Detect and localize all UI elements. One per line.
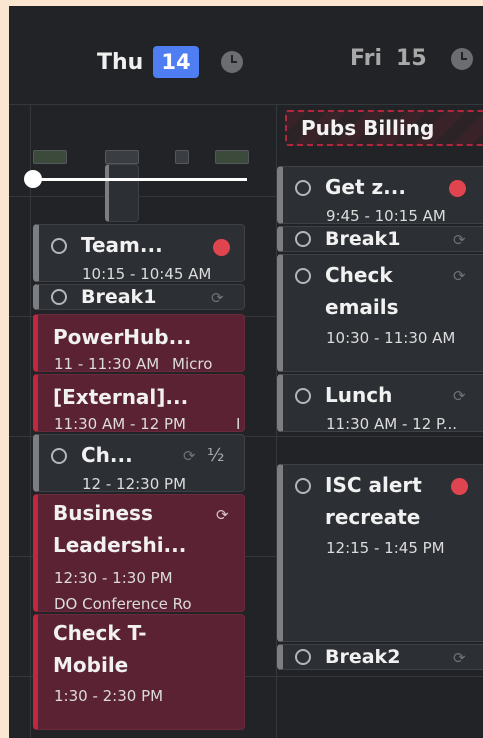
event-location: Micro	[172, 355, 213, 372]
day-name-fri: Fri	[350, 46, 383, 71]
sync-icon: ⟳	[183, 447, 196, 465]
event-time: 11:30 AM - 12 PM	[54, 415, 186, 432]
event-time: 12 - 12:30 PM	[82, 475, 187, 492]
event-title: Ch...	[81, 443, 133, 467]
sync-icon: ⟳	[453, 649, 466, 667]
grid-line	[9, 104, 483, 105]
half-time-icon: ½	[207, 445, 225, 466]
event-check-t-mobile[interactable]: Check T- Mobile 1:30 - 2:30 PM	[33, 614, 245, 730]
event-time: 9:45 - 10:15 AM	[326, 207, 446, 224]
event-title-line2: recreate	[325, 505, 421, 529]
event-business-leadership[interactable]: Business ⟳ Leadershi... 12:30 - 1:30 PM …	[33, 494, 245, 612]
time-slider-track[interactable]	[33, 178, 247, 181]
complete-circle-icon[interactable]	[51, 289, 67, 305]
event-title-line1: Check T-	[53, 621, 147, 645]
event-title: [External]...	[53, 385, 189, 409]
day-header-fri[interactable]: Fri 15	[350, 46, 473, 71]
complete-circle-icon[interactable]	[295, 231, 311, 247]
day-name-thu: Thu	[97, 49, 144, 75]
collapsed-event[interactable]	[215, 150, 249, 164]
event-external[interactable]: [External]... 11:30 AM - 12 PM I	[33, 374, 245, 432]
allday-event-title: Pubs Billing	[301, 116, 435, 140]
event-title: Get z...	[325, 175, 406, 199]
date-number-fri: 15	[396, 46, 427, 71]
event-location: I	[236, 415, 241, 432]
event-title: Lunch	[325, 383, 393, 407]
event-title: Break1	[81, 286, 157, 308]
event-time: 11 - 11:30 AM	[54, 355, 160, 372]
calendar-week-view: Thu 14 Fri 15 Pubs Billing Team... 10:15…	[9, 6, 483, 738]
sync-icon: ⟳	[216, 506, 229, 524]
status-red-dot-icon	[213, 239, 230, 256]
today-date-badge: 14	[153, 46, 199, 78]
collapsed-event[interactable]	[175, 150, 189, 164]
day-header-thu[interactable]: Thu 14	[97, 46, 243, 78]
event-title: Break1	[325, 228, 401, 250]
clock-icon[interactable]	[220, 51, 243, 73]
event-lunch[interactable]: Lunch ⟳ 11:30 AM - 12 P...	[277, 374, 483, 432]
sync-icon: ⟳	[453, 231, 466, 249]
event-time: 12:15 - 1:45 PM	[326, 539, 445, 557]
event-title-line1: ISC alert	[325, 473, 422, 497]
time-slider-handle[interactable]	[24, 170, 42, 188]
event-time: 1:30 - 2:30 PM	[54, 687, 164, 705]
complete-circle-icon[interactable]	[51, 238, 67, 254]
collapsed-event[interactable]	[105, 150, 139, 164]
status-red-dot-icon	[449, 180, 466, 197]
collapsed-event[interactable]	[105, 164, 139, 222]
complete-circle-icon[interactable]	[295, 388, 311, 404]
event-team[interactable]: Team... 10:15 - 10:45 AM	[33, 224, 245, 282]
sync-icon: ⟳	[211, 289, 224, 307]
event-title-line2: Mobile	[53, 653, 129, 677]
collapsed-event[interactable]	[33, 150, 67, 164]
event-break2[interactable]: Break2 ⟳	[277, 644, 483, 670]
allday-event-pubs-billing[interactable]: Pubs Billing	[285, 110, 483, 146]
complete-circle-icon[interactable]	[295, 478, 311, 494]
event-powerhub[interactable]: PowerHub... 11 - 11:30 AM Micro	[33, 314, 245, 372]
event-get-z[interactable]: Get z... 9:45 - 10:15 AM	[277, 166, 483, 224]
event-title-line1: Check	[325, 263, 393, 287]
clock-icon[interactable]	[450, 47, 473, 70]
event-title-line2: emails	[325, 295, 399, 319]
event-time: 12:30 - 1:30 PM	[54, 569, 173, 587]
event-break1[interactable]: Break1 ⟳	[33, 284, 245, 310]
status-red-dot-icon	[451, 478, 468, 495]
calendar-header: Thu 14 Fri 15	[9, 6, 483, 104]
event-title-line1: Business	[53, 501, 153, 525]
event-isc-alert-recreate[interactable]: ISC alert recreate 12:15 - 1:45 PM	[277, 464, 483, 642]
event-time: 10:30 - 11:30 AM	[326, 329, 456, 347]
grid-line	[30, 104, 31, 738]
event-title-line2: Leadershi...	[53, 533, 187, 557]
complete-circle-icon[interactable]	[51, 448, 67, 464]
event-title: Team...	[81, 233, 163, 257]
event-location: DO Conference Ro	[54, 595, 192, 612]
event-title: PowerHub...	[53, 325, 192, 349]
complete-circle-icon[interactable]	[295, 268, 311, 284]
complete-circle-icon[interactable]	[295, 180, 311, 196]
complete-circle-icon[interactable]	[295, 649, 311, 665]
event-check-emails[interactable]: Check ⟳ emails 10:30 - 11:30 AM	[277, 254, 483, 372]
sync-icon: ⟳	[453, 267, 466, 285]
event-title: Break2	[325, 646, 401, 668]
event-break1[interactable]: Break1 ⟳	[277, 226, 483, 252]
sync-icon: ⟳	[453, 387, 466, 405]
event-ch[interactable]: Ch... ⟳ ½ 12 - 12:30 PM	[33, 434, 245, 492]
event-time: 10:15 - 10:45 AM	[82, 265, 212, 282]
event-time: 11:30 AM - 12 P...	[326, 415, 458, 432]
